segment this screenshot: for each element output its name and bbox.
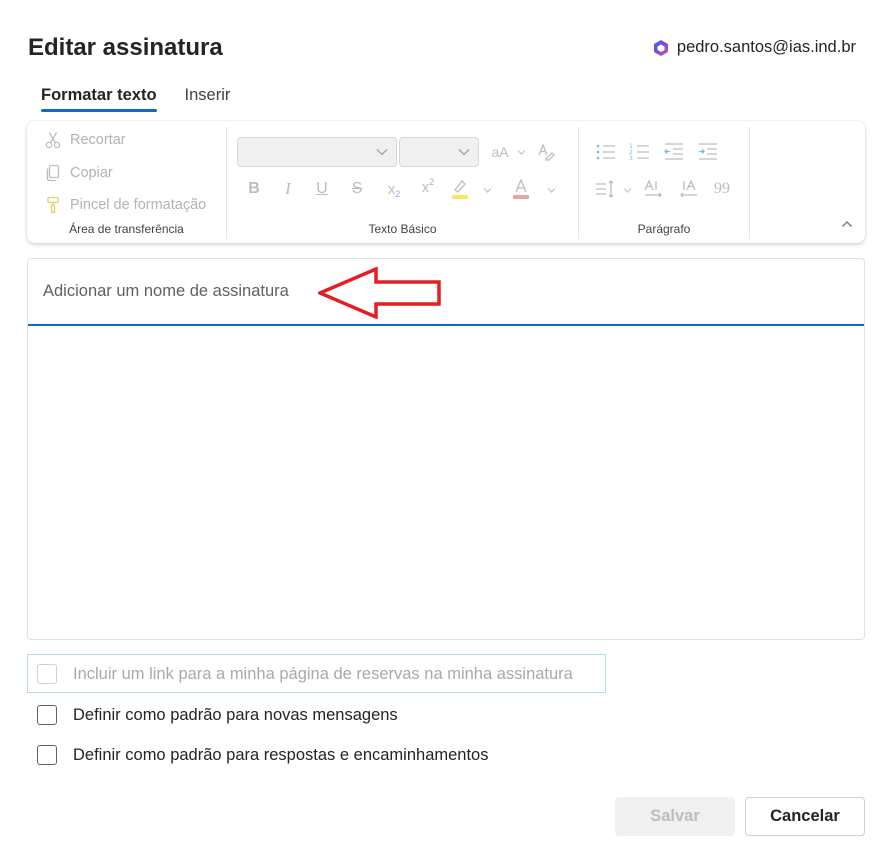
clipboard-group: Recortar Copiar Pincel de formatação Áre… xyxy=(27,121,226,243)
font-size-select[interactable] xyxy=(399,137,479,167)
default-replies-label: Definir como padrão para respostas e enc… xyxy=(73,745,489,764)
ribbon-toolbar: Recortar Copiar Pincel de formatação Áre… xyxy=(27,121,865,243)
cut-button[interactable]: Recortar xyxy=(45,131,126,149)
dialog-title: Editar assinatura xyxy=(28,34,223,61)
strikethrough-icon[interactable]: S xyxy=(346,177,368,201)
booking-link-checkbox[interactable] xyxy=(37,664,57,684)
tab-insert[interactable]: Inserir xyxy=(185,86,231,111)
numbered-list-icon[interactable]: 1 2 3 xyxy=(628,140,652,164)
ltr-direction-icon[interactable] xyxy=(642,177,666,201)
default-new-label: Definir como padrão para novas mensagens xyxy=(73,705,398,724)
superscript-icon[interactable]: x2 xyxy=(417,175,439,199)
cut-label: Recortar xyxy=(70,132,126,148)
chevron-down-icon xyxy=(458,149,470,156)
copy-icon xyxy=(46,164,60,182)
chevron-down-icon[interactable] xyxy=(621,183,633,197)
rtl-direction-icon[interactable] xyxy=(676,177,700,201)
chevron-down-icon xyxy=(376,149,388,156)
save-button[interactable]: Salvar xyxy=(615,797,735,836)
increase-indent-icon[interactable] xyxy=(696,140,720,164)
scissors-icon xyxy=(45,132,61,149)
red-arrow-annotation xyxy=(318,267,441,319)
booking-link-label: Incluir um link para a minha página de r… xyxy=(73,664,573,683)
cancel-button[interactable]: Cancelar xyxy=(745,797,865,836)
font-color-icon[interactable] xyxy=(510,176,532,202)
chevron-down-icon[interactable] xyxy=(515,145,527,159)
italic-icon[interactable]: I xyxy=(277,177,299,201)
paragraph-group-label: Parágrafo xyxy=(637,222,691,236)
highlight-icon[interactable] xyxy=(449,176,471,202)
ribbon-tabs: Formatar texto Inserir xyxy=(41,86,231,112)
subscript-icon[interactable]: x2 xyxy=(383,177,405,201)
format-painter-button[interactable]: Pincel de formatação xyxy=(45,196,206,214)
copy-label: Copiar xyxy=(70,165,113,181)
decrease-indent-icon[interactable] xyxy=(662,140,686,164)
copy-button[interactable]: Copiar xyxy=(45,164,113,182)
tab-format-text[interactable]: Formatar texto xyxy=(41,86,157,112)
line-spacing-icon[interactable] xyxy=(593,177,617,201)
font-family-select[interactable] xyxy=(237,137,397,167)
signature-editor xyxy=(27,258,865,640)
collapse-ribbon-button[interactable] xyxy=(841,215,853,233)
default-replies-checkbox[interactable] xyxy=(37,745,57,765)
chevron-up-icon xyxy=(842,221,852,227)
format-painter-label: Pincel de formatação xyxy=(70,197,207,213)
basic-text-group: aA B I U S x2 x2 Texto Básico xyxy=(227,121,578,243)
change-case-icon[interactable]: aA xyxy=(489,141,511,163)
signature-body[interactable] xyxy=(28,326,864,639)
format-painter-icon xyxy=(47,196,59,214)
clear-formatting-icon[interactable] xyxy=(534,140,558,164)
chevron-down-icon[interactable] xyxy=(545,183,557,197)
quote-icon[interactable]: 99 xyxy=(710,177,734,201)
bold-icon[interactable]: B xyxy=(243,177,265,201)
default-new-checkbox[interactable] xyxy=(37,705,57,725)
basic-text-group-label: Texto Básico xyxy=(368,222,437,236)
microsoft365-icon xyxy=(653,39,668,56)
svg-text:3: 3 xyxy=(629,155,633,162)
account-email: pedro.santos@ias.ind.br xyxy=(676,38,856,56)
account-info: pedro.santos@ias.ind.br xyxy=(652,38,856,57)
underline-icon[interactable]: U xyxy=(311,177,333,201)
clipboard-group-label: Área de transferência xyxy=(69,222,184,236)
chevron-down-icon[interactable] xyxy=(481,183,493,197)
default-replies-option[interactable]: Definir como padrão para respostas e enc… xyxy=(37,745,488,765)
default-new-option[interactable]: Definir como padrão para novas mensagens xyxy=(37,705,398,725)
ribbon-separator xyxy=(749,127,750,239)
paragraph-group: 1 2 3 99 Parágrafo xyxy=(579,121,749,243)
bullet-list-icon[interactable] xyxy=(594,140,618,164)
booking-link-option[interactable]: Incluir um link para a minha página de r… xyxy=(37,664,573,684)
